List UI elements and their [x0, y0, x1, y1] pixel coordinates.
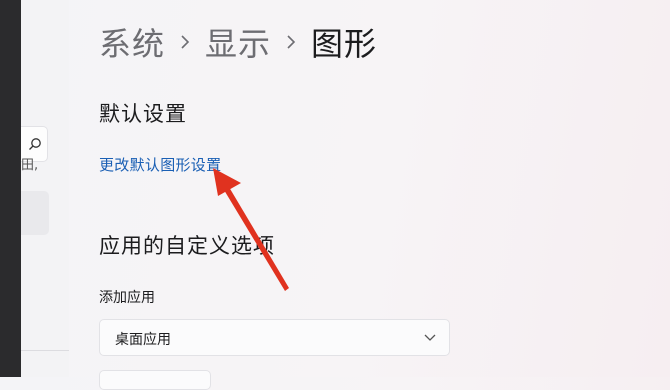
breadcrumb: 系统 显示 图形 — [99, 20, 377, 64]
section-title-app-custom-options: 应用的自定义选项 — [99, 234, 275, 258]
divider — [21, 350, 69, 351]
chevron-right-icon — [285, 34, 297, 50]
nav-text-fragment: 田, — [21, 158, 39, 173]
breadcrumb-item-system[interactable]: 系统 — [99, 19, 165, 65]
section-title-default-settings: 默认设置 — [99, 102, 187, 126]
page-title: 图形 — [311, 25, 378, 63]
breadcrumb-item-display[interactable]: 显示 — [205, 19, 271, 65]
change-default-graphics-settings-link[interactable]: 更改默认图形设置 — [99, 154, 221, 175]
chevron-down-icon — [424, 334, 436, 341]
app-type-dropdown[interactable]: 桌面应用 — [99, 319, 450, 356]
navigation-pane: 田, — [21, 0, 69, 377]
add-app-label: 添加应用 — [99, 290, 155, 306]
search-icon — [29, 138, 41, 150]
dropdown-selected-value: 桌面应用 — [115, 332, 171, 348]
browse-button[interactable] — [99, 370, 211, 390]
window-edge — [0, 0, 21, 377]
chevron-right-icon — [179, 34, 191, 50]
nav-item-selected[interactable] — [21, 191, 49, 235]
